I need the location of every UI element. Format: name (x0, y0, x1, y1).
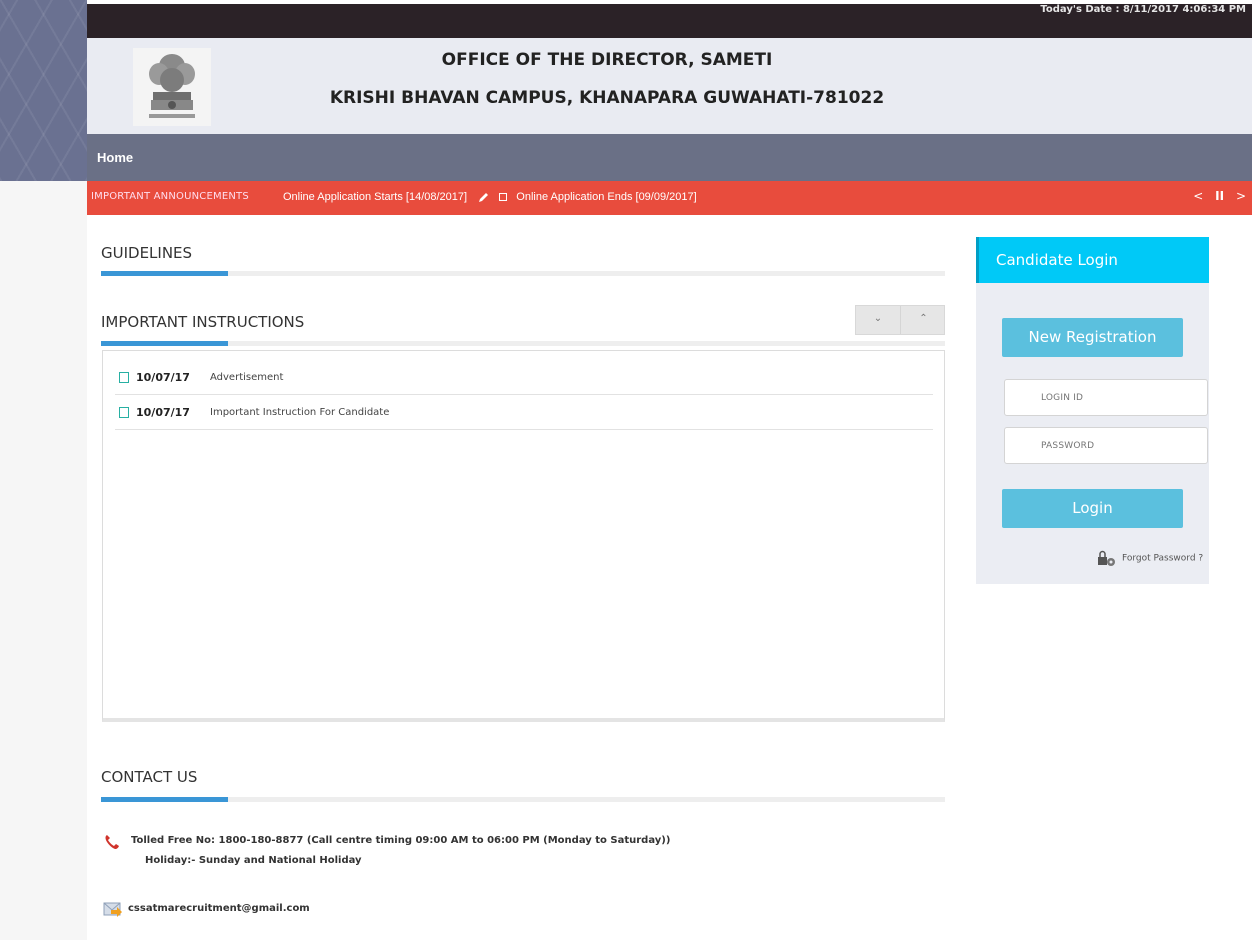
top-bar: Today's Date : 8/11/2017 4:06:34 PM (87, 4, 1252, 38)
ticker-controls: < II > (1185, 189, 1246, 203)
square-icon (499, 193, 508, 202)
login-id-input[interactable] (1004, 379, 1208, 416)
mail-icon (103, 902, 122, 917)
password-input[interactable] (1004, 427, 1208, 464)
instructions-title: IMPORTANT INSTRUCTIONS (101, 313, 305, 331)
item-date: 10/07/17 (136, 371, 190, 384)
todays-date: Today's Date : 8/11/2017 4:06:34 PM (1040, 4, 1246, 15)
ticker-label: IMPORTANT ANNOUNCEMENTS (91, 191, 249, 202)
left-decorative-strip (0, 0, 87, 181)
office-address: KRISHI BHAVAN CAMPUS, KHANAPARA GUWAHATI… (329, 88, 885, 108)
list-item[interactable]: 10/07/17 Important Instruction For Candi… (115, 396, 933, 430)
forgot-password-link[interactable]: Forgot Password ? (1096, 550, 1203, 566)
phone-icon (105, 835, 119, 849)
email-address[interactable]: cssatmarecruitment@gmail.com (128, 903, 310, 914)
chevron-up-icon[interactable]: ⌃ (901, 306, 946, 334)
new-registration-button[interactable]: New Registration (1002, 318, 1183, 357)
site-header: OFFICE OF THE DIRECTOR, SAMETI KRISHI BH… (87, 38, 1252, 134)
left-gutter (0, 181, 87, 940)
checkbox-icon (119, 372, 129, 383)
chevron-right-icon[interactable]: > (1236, 189, 1246, 203)
instructions-panel: 10/07/17 Advertisement 10/07/17 Importan… (102, 350, 945, 722)
ticker-item-start[interactable]: Online Application Starts [14/08/2017] (283, 191, 467, 203)
item-link[interactable]: Important Instruction For Candidate (210, 407, 389, 418)
accent-bar (101, 341, 228, 346)
holiday-info: Holiday:- Sunday and National Holiday (145, 855, 362, 866)
list-item[interactable]: 10/07/17 Advertisement (115, 361, 933, 395)
guidelines-rule (101, 271, 945, 276)
instructions-rule (101, 341, 945, 346)
nav-home-link[interactable]: Home (97, 150, 133, 165)
announcement-ticker: IMPORTANT ANNOUNCEMENTS Online Applicati… (87, 181, 1252, 215)
toll-free-number: Tolled Free No: 1800-180-8877 (Call cent… (131, 835, 671, 846)
ticker-items: Online Application Starts [14/08/2017] O… (283, 191, 697, 203)
login-button[interactable]: Login (1002, 489, 1183, 528)
panel-toggle-group: ⌄ ⌃ (855, 305, 945, 335)
main-nav: Home (87, 134, 1252, 181)
forgot-password-label: Forgot Password ? (1122, 553, 1204, 564)
item-link[interactable]: Advertisement (210, 372, 283, 383)
ticker-item-end[interactable]: Online Application Ends [09/09/2017] (516, 191, 696, 203)
contact-rule (101, 797, 945, 802)
lock-key-icon (1098, 550, 1115, 566)
checkbox-icon (119, 407, 129, 418)
item-date: 10/07/17 (136, 406, 190, 419)
pause-icon[interactable]: II (1215, 189, 1224, 203)
pencil-icon (479, 193, 489, 203)
accent-bar (101, 797, 228, 802)
chevron-down-icon[interactable]: ⌄ (856, 306, 901, 334)
accent-bar (101, 271, 228, 276)
contact-title: CONTACT US (101, 768, 198, 786)
chevron-left-icon[interactable]: < (1193, 189, 1203, 203)
candidate-login-panel: Candidate Login New Registration Login F… (976, 237, 1209, 584)
guidelines-title: GUIDELINES (101, 244, 193, 262)
office-title: OFFICE OF THE DIRECTOR, SAMETI (441, 50, 773, 70)
login-header: Candidate Login (976, 237, 1209, 283)
